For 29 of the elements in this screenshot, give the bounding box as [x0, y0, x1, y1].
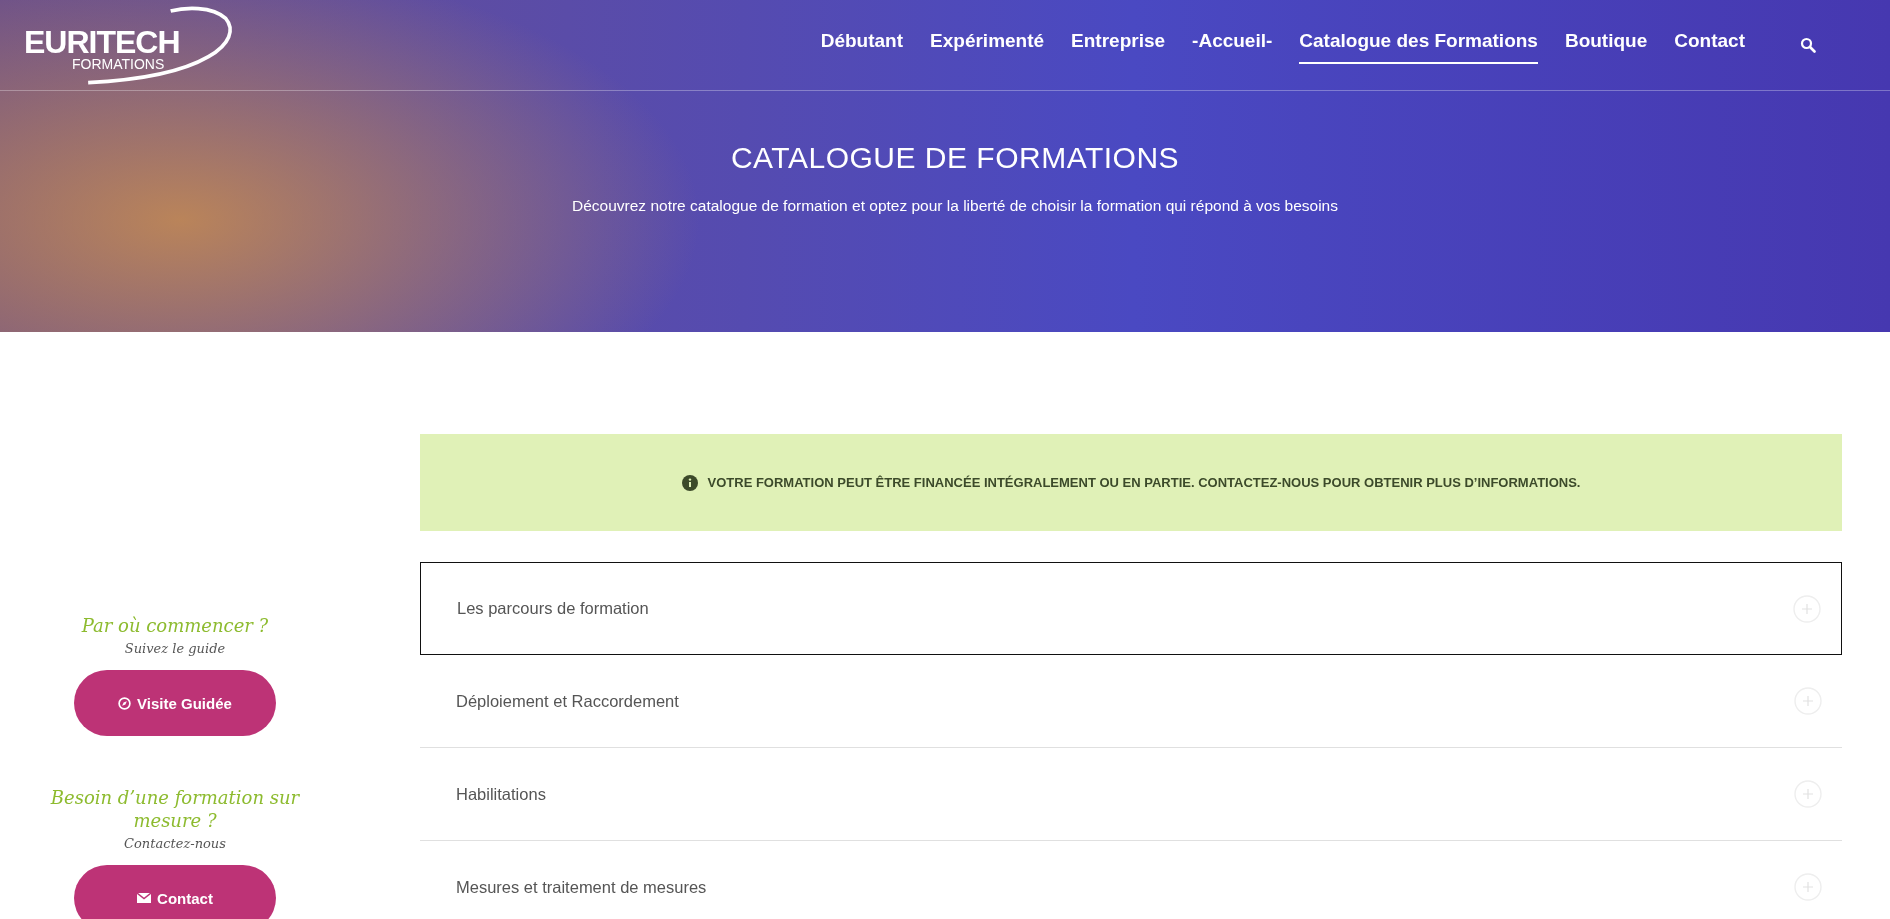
envelope-icon: [137, 893, 152, 903]
guided-tour-button[interactable]: Visite Guidée: [74, 670, 276, 736]
page-title: CATALOGUE DE FORMATIONS: [729, 141, 1181, 175]
nav-link[interactable]: Débutant: [820, 26, 904, 64]
info-text: VOTRE FORMATION PEUT ÊTRE FINANCÉE INTÉGRALEMENT OU EN PARTIE. CONTACTEZ-NOUS POUR OBTENIR PLUS D’INFORMATIONS.: [707, 475, 1581, 490]
sidebar-heading: Par où commencer ?: [80, 614, 270, 637]
plus-icon[interactable]: [1794, 687, 1822, 715]
sidebar-heading: Besoin d’une formation sur mesure ?: [50, 786, 300, 832]
nav-link[interactable]: Catalogue des Formations: [1299, 26, 1538, 64]
compass-icon: [118, 696, 132, 710]
search-icon[interactable]: [1800, 37, 1816, 53]
nav-link[interactable]: -Accueil-: [1192, 26, 1273, 64]
nav-link[interactable]: Entreprise: [1071, 26, 1166, 64]
accordion-item[interactable]: Déploiement et Raccordement: [420, 655, 1842, 748]
plus-icon[interactable]: [1794, 873, 1822, 901]
sidebar-subheading: Suivez le guide: [124, 641, 226, 656]
sidebar-subheading: Contactez-nous: [124, 836, 226, 851]
plus-icon[interactable]: [1793, 594, 1821, 623]
plus-icon[interactable]: [1794, 780, 1822, 808]
accordion-item[interactable]: Les parcours de formation: [420, 562, 1842, 655]
logo[interactable]: EURITECH FORMATIONS: [24, 0, 244, 90]
accordion-item[interactable]: Mesures et traitement de mesures: [420, 841, 1842, 919]
page-subtitle: Découvrez notre catalogue de formation et optez pour la liberté de choisir la formation qui répond à vos besoins: [571, 197, 1339, 215]
contact-button[interactable]: Contact: [74, 865, 276, 919]
info-icon: [681, 474, 698, 491]
nav-link[interactable]: Contact: [1674, 26, 1745, 64]
nav-link[interactable]: Expérimenté: [930, 26, 1045, 64]
nav-link[interactable]: Boutique: [1564, 26, 1648, 64]
accordion-item[interactable]: Habilitations: [420, 748, 1842, 841]
